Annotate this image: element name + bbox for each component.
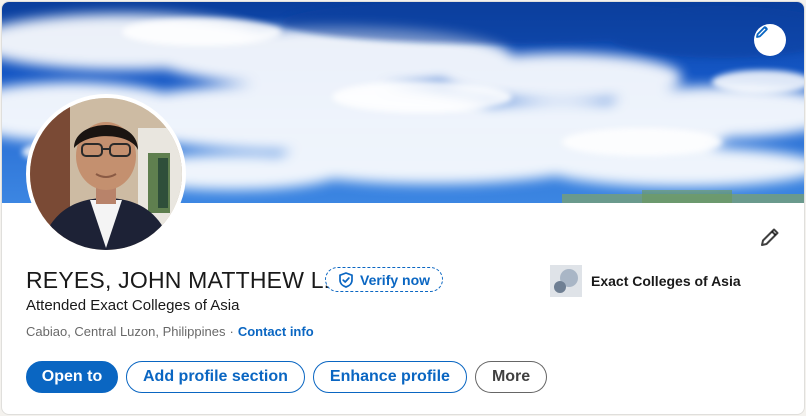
add-profile-section-button[interactable]: Add profile section: [126, 361, 305, 393]
profile-headline: Attended Exact Colleges of Asia: [26, 297, 240, 314]
education-entry[interactable]: Exact Colleges of Asia: [550, 265, 741, 297]
profile-card: REYES, JOHN MATTHEW L. Verify now Attend…: [1, 1, 805, 415]
pencil-icon: [756, 26, 768, 38]
verify-now-button[interactable]: Verify now: [325, 267, 444, 292]
verify-now-label: Verify now: [360, 271, 431, 288]
open-to-button[interactable]: Open to: [26, 361, 118, 393]
location-row: Cabiao, Central Luzon, Philippines · Con…: [26, 324, 314, 339]
location-separator: ·: [229, 324, 234, 339]
enhance-profile-button[interactable]: Enhance profile: [312, 361, 467, 393]
avatar-image: [30, 98, 182, 250]
school-logo-icon: [550, 265, 582, 297]
education-name: Exact Colleges of Asia: [591, 273, 741, 289]
profile-location: Cabiao, Central Luzon, Philippines: [26, 324, 226, 339]
profile-photo[interactable]: [26, 94, 186, 254]
edit-banner-button[interactable]: [754, 24, 786, 56]
more-button[interactable]: More: [474, 361, 548, 393]
profile-actions: Open to Add profile section Enhance prof…: [26, 361, 548, 393]
shield-check-icon: [339, 271, 353, 288]
edit-intro-button[interactable]: [754, 221, 786, 253]
contact-info-link[interactable]: Contact info: [238, 324, 314, 339]
profile-name: REYES, JOHN MATTHEW L.: [26, 267, 331, 293]
pencil-icon: [761, 228, 779, 246]
